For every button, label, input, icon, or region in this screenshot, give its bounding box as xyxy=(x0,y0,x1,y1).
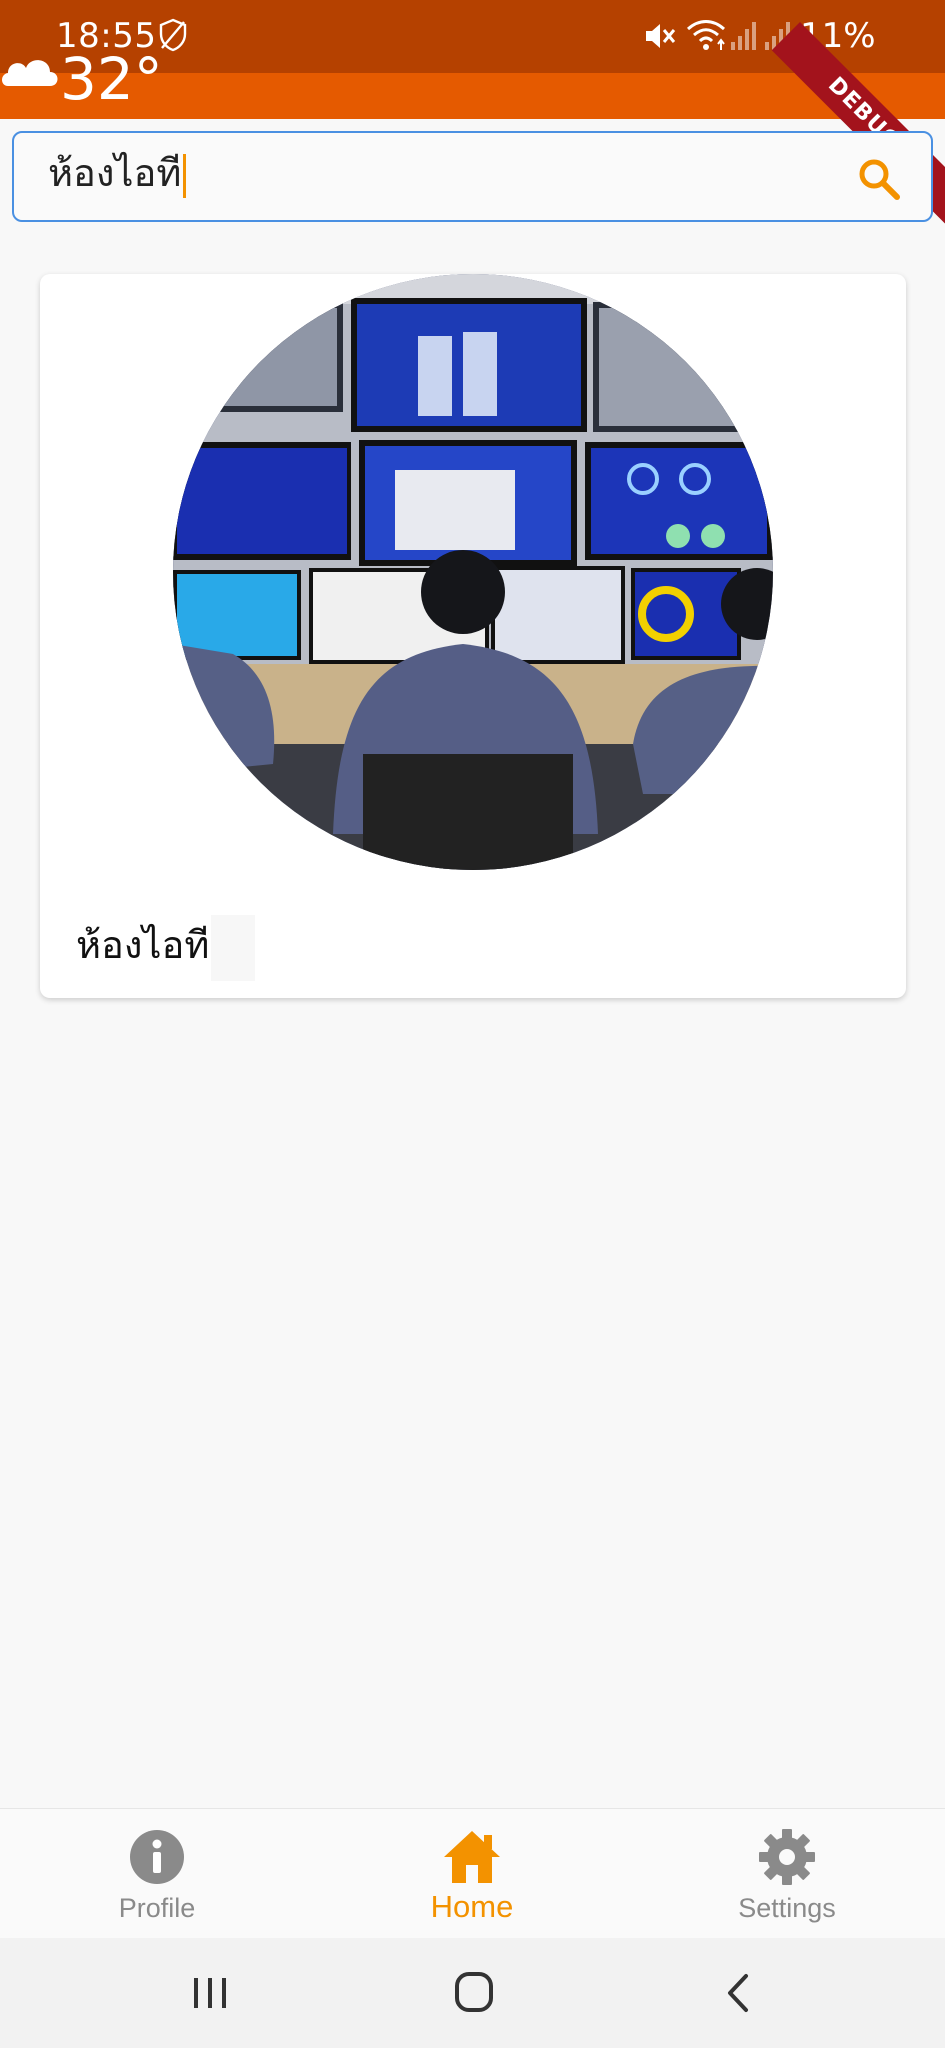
title-placeholder xyxy=(211,914,256,981)
system-nav-bar xyxy=(0,1938,945,2048)
card-image xyxy=(173,274,773,870)
bottom-nav: Profile Home Settings xyxy=(0,1808,945,1938)
nav-settings[interactable]: Settings xyxy=(687,1809,887,1939)
text-caret xyxy=(183,153,187,198)
mute-icon xyxy=(646,24,676,48)
wifi-icon xyxy=(686,20,726,50)
info-icon xyxy=(130,1830,184,1884)
temperature: 32° xyxy=(60,45,163,113)
home-icon xyxy=(444,1831,500,1883)
it-control-room-photo xyxy=(173,274,773,870)
search-input-value: ห้องไอที xyxy=(48,151,182,195)
system-home-icon[interactable] xyxy=(444,1968,504,2018)
search-icon[interactable] xyxy=(857,157,901,201)
back-icon[interactable] xyxy=(710,1968,770,2018)
card-title: ห้องไอที xyxy=(76,923,210,967)
nav-settings-label: Settings xyxy=(738,1893,836,1923)
nav-profile-label: Profile xyxy=(118,1893,196,1923)
gear-icon xyxy=(759,1829,815,1885)
search-input[interactable]: ห้องไอที xyxy=(12,131,933,222)
result-card[interactable]: ห้องไอที xyxy=(40,274,906,998)
recents-icon[interactable] xyxy=(180,1968,240,2018)
cloud-icon xyxy=(2,60,58,86)
nav-home[interactable]: Home xyxy=(372,1809,572,1939)
signal-icon xyxy=(731,22,756,50)
nav-home-label: Home xyxy=(430,1889,514,1924)
nav-profile[interactable]: Profile xyxy=(57,1809,257,1939)
